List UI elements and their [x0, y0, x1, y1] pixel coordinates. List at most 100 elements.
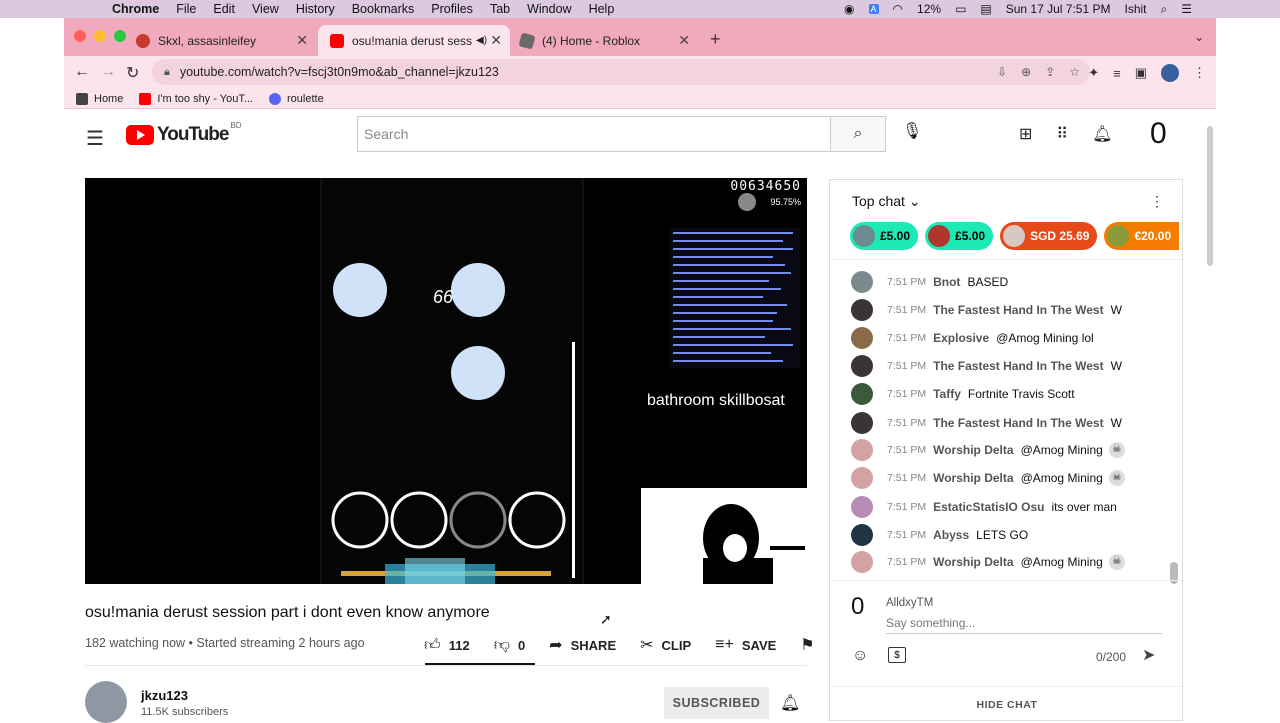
reload-icon[interactable]: ↻: [126, 63, 139, 83]
tab-0[interactable]: Skxl, assasinleifey ✕: [124, 25, 316, 56]
chat-avatar[interactable]: [851, 551, 873, 573]
chat-author[interactable]: Worship Delta: [933, 471, 1013, 485]
minimize-window-button[interactable]: [94, 30, 106, 42]
chat-more-icon[interactable]: ⋮: [1150, 193, 1164, 210]
chat-author[interactable]: The Fastest Hand In The West: [933, 416, 1103, 430]
chat-author[interactable]: Explosive: [933, 331, 989, 345]
translate-icon[interactable]: A: [868, 4, 879, 14]
bookmark-star-icon[interactable]: ☆: [1069, 65, 1080, 79]
menu-file[interactable]: File: [176, 2, 196, 16]
chat-author[interactable]: The Fastest Hand In The West: [933, 303, 1103, 317]
zoom-icon[interactable]: ⊕: [1021, 65, 1031, 79]
account-avatar[interactable]: 0: [1150, 117, 1167, 151]
address-bar[interactable]: 🔒︎ youtube.com/watch?v=fscj3t0n9mo&ab_ch…: [152, 59, 1090, 85]
profile-avatar[interactable]: [1161, 64, 1179, 82]
wifi-icon[interactable]: ◠: [893, 2, 903, 16]
menu-app-name[interactable]: Chrome: [112, 2, 159, 16]
super-chat-icon[interactable]: $: [888, 647, 906, 663]
battery-percent[interactable]: 12%: [917, 2, 941, 16]
video-player[interactable]: 00634650 95.75% 66 bathroom skillbosat: [85, 178, 807, 584]
chat-author[interactable]: The Fastest Hand In The West: [933, 359, 1103, 373]
chat-avatar[interactable]: [851, 439, 873, 461]
hide-chat-button[interactable]: HIDE CHAT: [830, 686, 1184, 722]
calendar-icon[interactable]: ▤: [980, 2, 991, 16]
superchat-chip[interactable]: SGD 25.69: [1000, 222, 1098, 250]
send-icon[interactable]: ➤: [1142, 645, 1155, 665]
bookmark-shy[interactable]: I'm too shy - YouT...: [139, 93, 253, 105]
emoji-icon[interactable]: ☺: [852, 647, 868, 665]
chat-avatar[interactable]: [851, 299, 873, 321]
back-icon[interactable]: ←: [74, 63, 90, 81]
superchat-chip[interactable]: €20.00: [1104, 222, 1180, 250]
menu-tab[interactable]: Tab: [490, 2, 510, 16]
menu-bookmarks[interactable]: Bookmarks: [352, 2, 415, 16]
chat-avatar[interactable]: [851, 412, 873, 434]
menu-edit[interactable]: Edit: [213, 2, 235, 16]
chat-avatar[interactable]: [851, 467, 873, 489]
close-window-button[interactable]: [74, 30, 86, 42]
chat-mode-dropdown[interactable]: Top chat ⌄: [852, 193, 921, 210]
superchat-chip[interactable]: £5.00: [850, 222, 919, 250]
apps-grid-icon[interactable]: ⠿: [1056, 124, 1068, 144]
search-button[interactable]: ⌕: [830, 116, 886, 152]
notifications-bell-icon[interactable]: 🔔︎: [1092, 124, 1112, 144]
menu-profiles[interactable]: Profiles: [431, 2, 473, 16]
share-button[interactable]: ➦ SHARE: [549, 635, 616, 655]
tab-search-chevron-icon[interactable]: ⌄: [1194, 30, 1204, 44]
menu-user[interactable]: Ishit: [1124, 2, 1146, 16]
page-scroll-thumb[interactable]: [1207, 126, 1213, 266]
clip-button[interactable]: ✂ CLIP: [640, 635, 691, 655]
mic-icon[interactable]: 🎙︎: [902, 121, 922, 141]
chat-avatar[interactable]: [851, 383, 873, 405]
more-menu-icon[interactable]: ⋮: [1193, 65, 1206, 81]
tab-1-active[interactable]: osu!mania derust session p ◀) ✕: [318, 25, 510, 56]
bookmark-home[interactable]: Home: [76, 93, 123, 105]
subscribed-button[interactable]: SUBSCRIBED: [664, 687, 769, 719]
superchat-chip[interactable]: £5.00: [925, 222, 994, 250]
chat-author[interactable]: Abyss: [933, 528, 969, 542]
menu-view[interactable]: View: [252, 2, 279, 16]
notification-bell-icon[interactable]: 🔔︎: [780, 693, 800, 713]
chat-avatar[interactable]: [851, 355, 873, 377]
menu-help[interactable]: Help: [589, 2, 615, 16]
youtube-logo[interactable]: YouTube BD: [126, 121, 242, 146]
install-app-icon[interactable]: ⇩: [997, 65, 1007, 79]
menu-hamburger-icon[interactable]: ☰: [86, 126, 104, 151]
chat-author[interactable]: Worship Delta: [933, 555, 1013, 569]
lock-icon[interactable]: 🔒︎: [164, 66, 170, 79]
side-panel-icon[interactable]: ▣: [1135, 65, 1147, 81]
chat-message-list[interactable]: 7:51 PM Bnot BASED 7:51 PM The Fastest H…: [830, 260, 1172, 580]
like-button[interactable]: 👍︎ 112: [424, 636, 470, 655]
save-button[interactable]: ≡+ SAVE: [715, 636, 776, 654]
chat-avatar[interactable]: [851, 496, 873, 518]
menu-window[interactable]: Window: [527, 2, 571, 16]
channel-avatar[interactable]: [85, 681, 127, 723]
channel-name[interactable]: jkzu123: [141, 688, 188, 703]
chat-avatar[interactable]: [851, 271, 873, 293]
chat-author[interactable]: Taffy: [933, 387, 961, 401]
report-button[interactable]: ⚑: [800, 635, 814, 655]
clock-datetime[interactable]: Sun 17 Jul 7:51 PM: [1006, 2, 1111, 16]
forward-icon[interactable]: →: [100, 63, 116, 81]
battery-icon[interactable]: ▭: [955, 2, 966, 16]
spotlight-icon[interactable]: ⌕: [1161, 2, 1168, 17]
extensions-icon[interactable]: ✦: [1088, 65, 1099, 81]
tab-2[interactable]: (4) Home - Roblox ✕: [508, 25, 698, 56]
search-input[interactable]: Search: [357, 116, 831, 152]
control-center-icon[interactable]: ☰: [1181, 2, 1192, 16]
chat-author[interactable]: Worship Delta: [933, 443, 1013, 457]
share-icon[interactable]: ⇪: [1045, 65, 1055, 79]
chat-message-input[interactable]: Say something...: [886, 616, 1162, 634]
new-tab-icon[interactable]: +: [710, 29, 721, 50]
speaker-icon[interactable]: ◀): [476, 35, 487, 46]
chat-avatar[interactable]: [851, 524, 873, 546]
chat-author[interactable]: EstaticStatisIO Osu: [933, 500, 1044, 514]
dislike-button[interactable]: 👎︎ 0: [494, 636, 525, 655]
bookmark-roulette[interactable]: roulette: [269, 93, 324, 105]
close-tab-icon[interactable]: ✕: [490, 32, 502, 49]
url-text[interactable]: youtube.com/watch?v=fscj3t0n9mo&ab_chann…: [180, 65, 499, 79]
record-icon[interactable]: ◉: [844, 2, 854, 16]
chat-avatar[interactable]: [851, 327, 873, 349]
close-tab-icon[interactable]: ✕: [296, 32, 308, 49]
menu-history[interactable]: History: [296, 2, 335, 16]
